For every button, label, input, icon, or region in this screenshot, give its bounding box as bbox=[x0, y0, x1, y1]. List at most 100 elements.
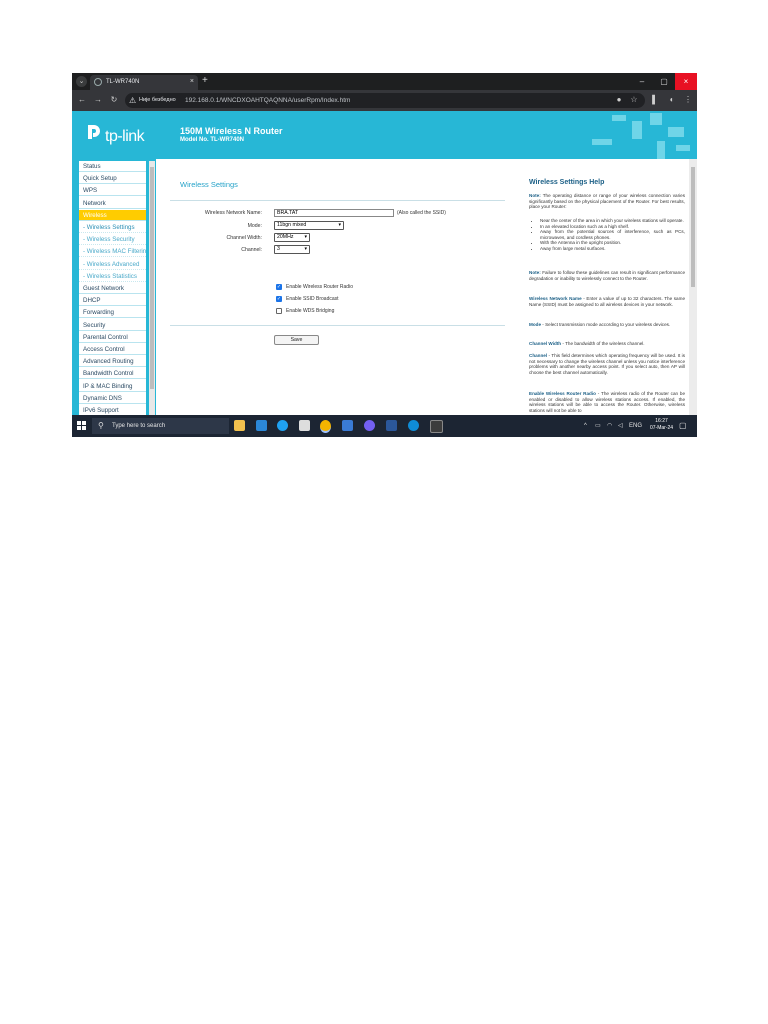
menu-item[interactable]: Network bbox=[79, 198, 146, 209]
ssid-note: (Also called the SSID) bbox=[397, 210, 446, 216]
brand-logo-text: tp-link bbox=[105, 128, 145, 145]
notification-icon[interactable]: ▢ bbox=[679, 420, 687, 432]
tp-link-logo-icon bbox=[88, 125, 100, 139]
menu-scrollbar[interactable] bbox=[149, 161, 155, 415]
menu-item[interactable]: Dynamic DNS bbox=[79, 393, 146, 404]
side-panel-icon[interactable]: ▌ bbox=[649, 94, 661, 106]
address-bar[interactable]: ⚠ Није безбедно 192.168.0.1/WNCDXOAHTQAQ… bbox=[125, 93, 645, 108]
browser-app-icon[interactable] bbox=[277, 420, 288, 431]
menu-item[interactable]: Bandwidth Control bbox=[79, 368, 146, 380]
channel-value: 3 bbox=[277, 246, 280, 252]
help-scrollbar[interactable] bbox=[689, 159, 697, 415]
help-note-2: Note: Failure to follow these guidelines… bbox=[529, 270, 685, 281]
menu-subitem[interactable]: - Wireless Settings bbox=[79, 222, 146, 233]
ssid-input[interactable]: BRA.TAT bbox=[274, 209, 394, 217]
menu-item[interactable]: IP & MAC Binding bbox=[79, 381, 146, 392]
menu-item[interactable]: Security bbox=[79, 320, 146, 331]
tab-search-button[interactable]: ⌄ bbox=[76, 76, 87, 87]
header-decoration bbox=[650, 113, 662, 125]
menu-item[interactable]: DHCP bbox=[79, 295, 146, 307]
bookmark-star-icon[interactable]: ☆ bbox=[628, 94, 640, 106]
menu-item[interactable]: Advanced Routing bbox=[79, 356, 146, 368]
url-text[interactable]: 192.168.0.1/WNCDXOAHTQAQNNA/userRpm/Inde… bbox=[185, 95, 350, 106]
browser-toolbar: ← → ↻ ⚠ Није безбедно 192.168.0.1/WNCDXO… bbox=[72, 90, 697, 111]
menu-subitem[interactable]: - Wireless Advanced bbox=[79, 259, 146, 270]
terminal-icon[interactable] bbox=[430, 420, 443, 433]
header-decoration bbox=[657, 141, 665, 159]
new-tab-button[interactable]: + bbox=[202, 75, 208, 87]
menu-subitem[interactable]: - Wireless MAC Filtering bbox=[79, 246, 146, 258]
help-channel-text: - This field determines which operating … bbox=[529, 353, 685, 375]
menu-scrollbar-thumb[interactable] bbox=[150, 167, 154, 389]
tab-title: TL-WR740N bbox=[106, 79, 140, 85]
forward-button[interactable]: → bbox=[92, 94, 104, 106]
channel-select[interactable]: 3 ▾ bbox=[274, 245, 310, 254]
enable-radio-checkbox[interactable]: ✓ bbox=[276, 284, 282, 290]
header-decoration bbox=[676, 145, 690, 151]
viber-icon[interactable] bbox=[364, 420, 375, 431]
help-bullet: Near the center of the area in which you… bbox=[540, 218, 685, 224]
menu-item[interactable]: Parental Control bbox=[79, 332, 146, 343]
menu-item[interactable]: Forwarding bbox=[79, 307, 146, 319]
reload-button[interactable]: ↻ bbox=[108, 94, 120, 106]
browser-menu-icon[interactable]: ⋮ bbox=[682, 94, 694, 106]
enable-wds-label: Enable WDS Bridging bbox=[286, 308, 335, 314]
taskbar-search[interactable]: ⚲ Type here to search bbox=[92, 418, 229, 434]
menu-item[interactable]: WPS bbox=[79, 185, 146, 197]
chevron-down-icon: ▾ bbox=[304, 246, 307, 252]
help-ssid-label: Wireless Network Name bbox=[529, 296, 582, 301]
ssid-label: Wireless Network Name: bbox=[204, 210, 262, 216]
mode-select[interactable]: 11bgn mixed ▾ bbox=[274, 221, 344, 230]
not-secure-label[interactable]: Није безбедно bbox=[139, 95, 176, 106]
save-app-icon[interactable] bbox=[342, 420, 353, 431]
calculator-icon[interactable] bbox=[299, 420, 310, 431]
warning-icon[interactable]: ⚠ bbox=[129, 95, 136, 106]
volume-icon[interactable]: ◁ bbox=[618, 420, 623, 432]
screenshot-frame: ⌄ TL-WR740N × + – ▢ × ← → ↻ ⚠ Није безбе… bbox=[72, 73, 697, 437]
save-button[interactable]: Save bbox=[274, 335, 319, 345]
taskbar-clock[interactable]: 16:27 07-Mar-24 bbox=[650, 418, 673, 431]
help-panel: Wireless Settings Help Note: The operati… bbox=[524, 159, 689, 415]
file-explorer-icon[interactable] bbox=[234, 420, 245, 431]
menu-item[interactable]: Status bbox=[79, 161, 146, 172]
network-icon[interactable]: ◠ bbox=[607, 420, 612, 432]
help-bullet: Away from large metal surfaces. bbox=[540, 246, 685, 252]
router-header: tp-link 150M Wireless N Router Model No.… bbox=[72, 111, 697, 159]
divider bbox=[170, 325, 505, 326]
minimize-button[interactable]: – bbox=[631, 73, 653, 90]
help-title: Wireless Settings Help bbox=[529, 179, 605, 186]
menu-item[interactable]: Quick Setup bbox=[79, 173, 146, 185]
tab-close-icon[interactable]: × bbox=[190, 77, 194, 87]
language-indicator[interactable]: ENG bbox=[629, 420, 642, 432]
chrome-icon[interactable] bbox=[320, 420, 331, 433]
mode-label: Mode: bbox=[247, 223, 262, 229]
tray-overflow-icon[interactable]: ^ bbox=[584, 420, 587, 432]
help-channel-label: Channel bbox=[529, 353, 548, 358]
back-button[interactable]: ← bbox=[76, 94, 88, 106]
menu-item[interactable]: Guest Network bbox=[79, 283, 146, 294]
help-note2-text: Failure to follow these guidelines can r… bbox=[529, 270, 685, 281]
menu-subitem[interactable]: - Wireless Security bbox=[79, 234, 146, 246]
battery-icon[interactable]: ▭ bbox=[595, 420, 601, 432]
windows-taskbar: ⚲ Type here to search ^ ▭ ◠ ◁ ENG 16:27 … bbox=[72, 415, 697, 437]
browser-tab[interactable]: TL-WR740N × bbox=[90, 75, 198, 90]
enable-wds-checkbox[interactable] bbox=[276, 308, 282, 314]
channel-width-select[interactable]: 20MHz ▾ bbox=[274, 233, 310, 242]
header-decoration bbox=[632, 121, 642, 139]
chevron-down-icon: ▾ bbox=[338, 222, 341, 228]
menu-item[interactable]: Wireless bbox=[79, 209, 146, 221]
windows-start-icon[interactable] bbox=[77, 421, 87, 431]
edge-icon[interactable] bbox=[408, 420, 419, 431]
profile-icon[interactable]: ◐ bbox=[666, 94, 678, 106]
word-icon[interactable] bbox=[386, 420, 397, 431]
menu-subitem[interactable]: - Wireless Statistics bbox=[79, 271, 146, 282]
help-scrollbar-thumb[interactable] bbox=[691, 167, 695, 287]
page-title: Wireless Settings bbox=[180, 180, 238, 189]
maximize-button[interactable]: ▢ bbox=[653, 73, 675, 90]
enable-ssid-broadcast-checkbox[interactable]: ✓ bbox=[276, 296, 282, 302]
incognito-icon[interactable]: ● bbox=[613, 94, 625, 106]
window-close-button[interactable]: × bbox=[675, 73, 697, 90]
menu-item[interactable]: Access Control bbox=[79, 344, 146, 355]
help-bullet-list: Near the center of the area in which you… bbox=[529, 218, 685, 252]
mail-icon[interactable] bbox=[256, 420, 267, 431]
